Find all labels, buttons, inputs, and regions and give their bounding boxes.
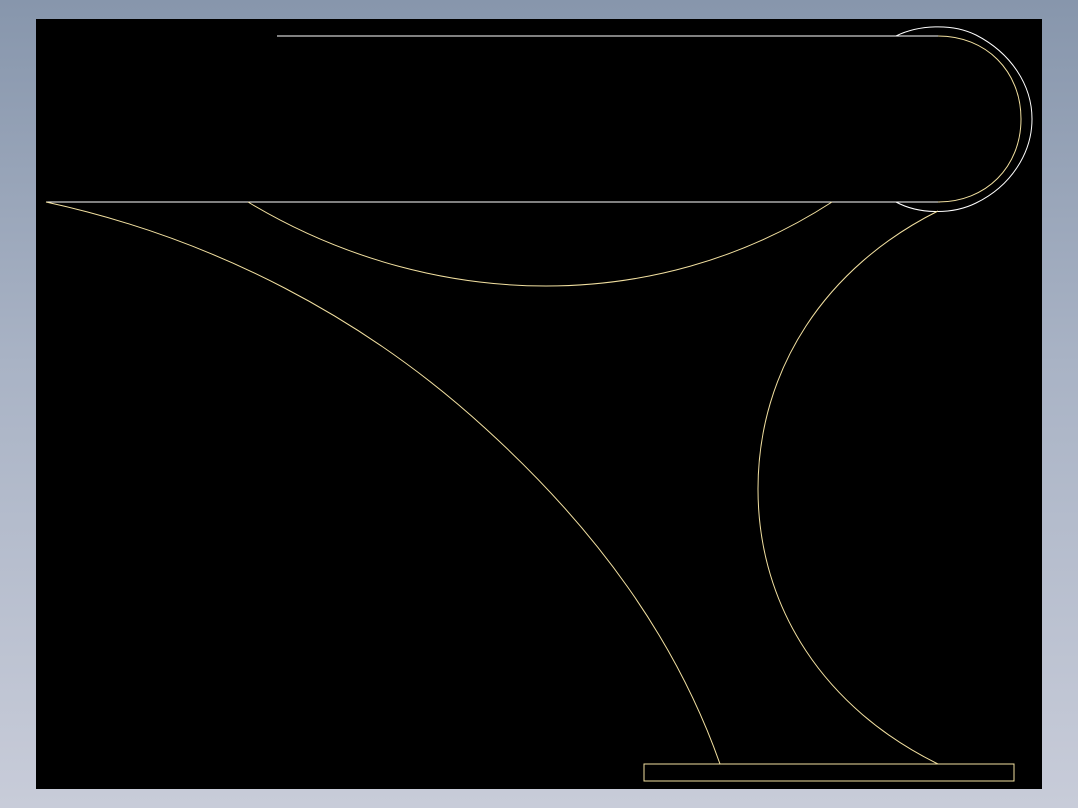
outer-round-end bbox=[896, 27, 1032, 212]
cad-viewport[interactable] bbox=[36, 19, 1042, 789]
left-sweep-curve bbox=[46, 202, 720, 764]
lower-sag-arc bbox=[248, 202, 832, 286]
base-plate bbox=[644, 764, 1014, 781]
right-concave-curve bbox=[758, 211, 938, 764]
inner-round-end bbox=[938, 36, 1021, 202]
cad-drawing bbox=[36, 19, 1042, 789]
